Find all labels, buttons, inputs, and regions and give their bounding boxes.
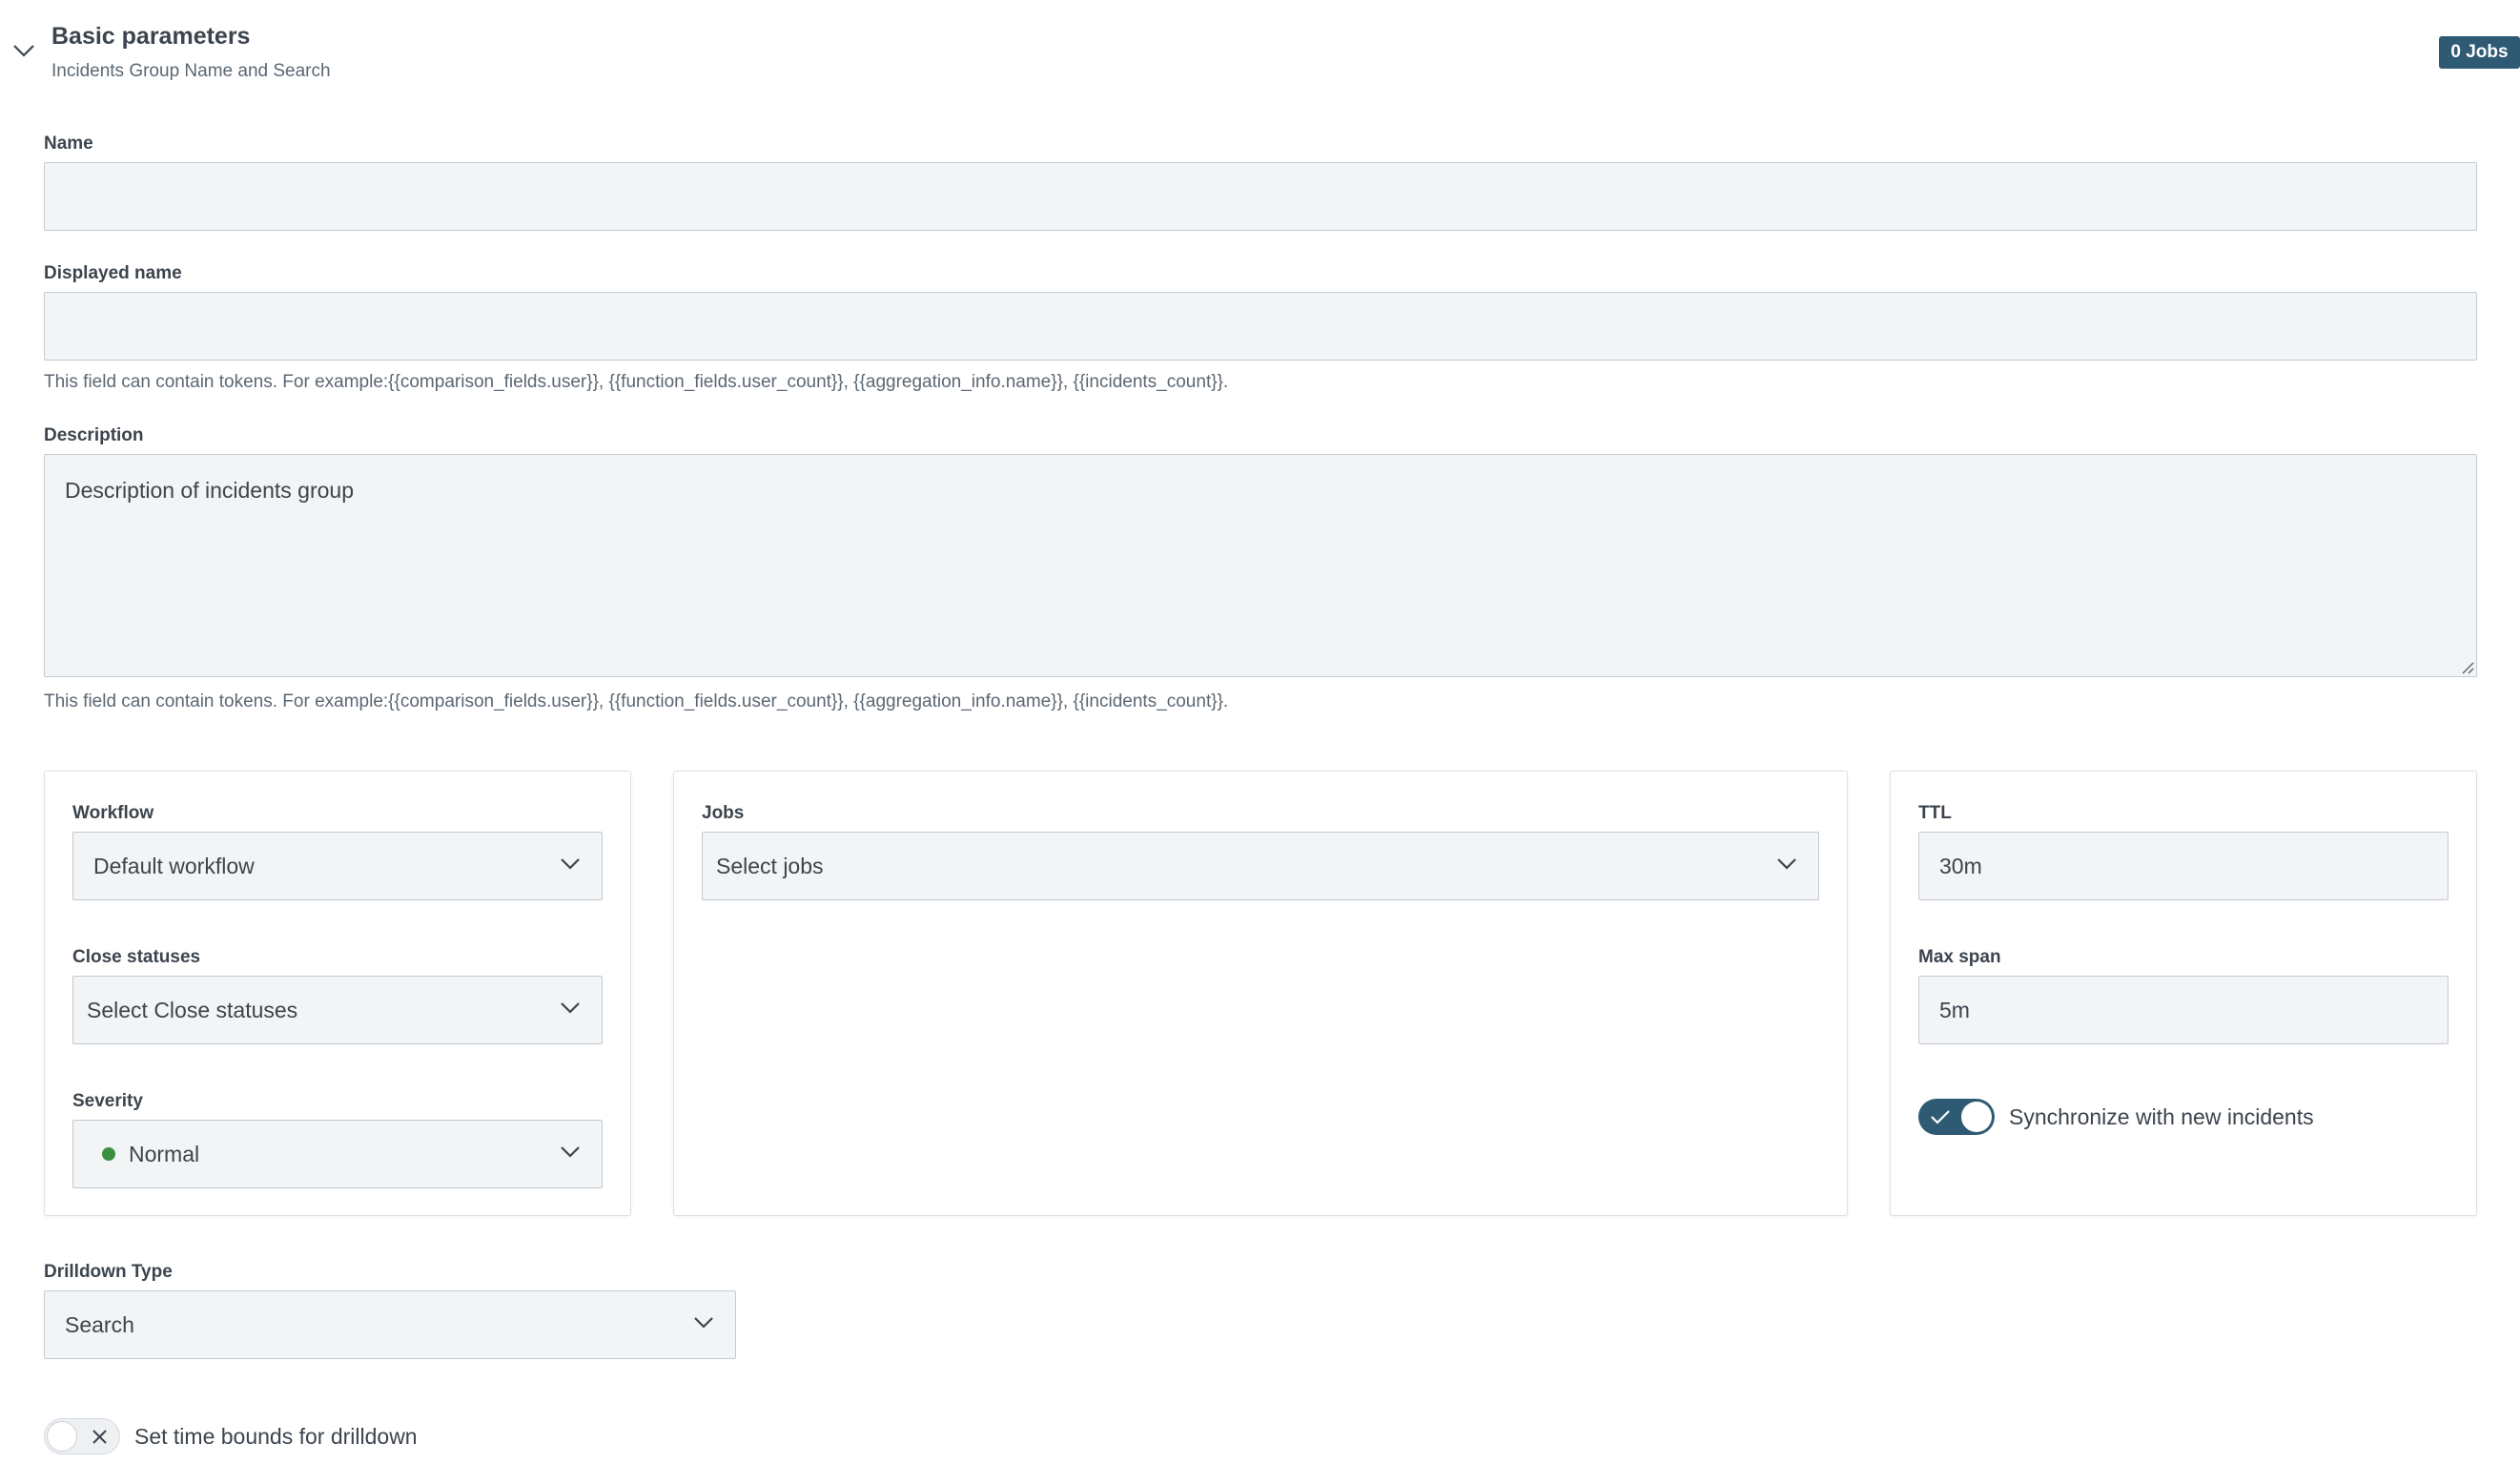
severity-select[interactable]: Normal bbox=[72, 1120, 603, 1188]
displayed-name-label: Displayed name bbox=[44, 263, 182, 283]
collapse-chevron-icon[interactable] bbox=[12, 44, 35, 57]
jobs-label: Jobs bbox=[702, 803, 745, 823]
name-label: Name bbox=[44, 134, 93, 154]
close-x-icon bbox=[92, 1430, 107, 1444]
chevron-down-icon bbox=[561, 1146, 580, 1158]
max-span-input-value: 5m bbox=[1939, 998, 1970, 1022]
jobs-select-value: Select jobs bbox=[716, 853, 824, 878]
toggle-knob bbox=[47, 1420, 77, 1452]
jobs-count-badge: 0 Jobs bbox=[2439, 36, 2520, 69]
description-help: This field can contain tokens. For examp… bbox=[44, 691, 1229, 711]
ttl-input-value: 30m bbox=[1939, 854, 1982, 878]
chevron-down-icon bbox=[561, 858, 580, 870]
jobs-select[interactable]: Select jobs bbox=[702, 832, 1819, 900]
time-bounds-toggle[interactable] bbox=[44, 1418, 120, 1454]
name-input[interactable] bbox=[44, 162, 2477, 231]
chevron-down-icon bbox=[561, 1002, 580, 1014]
ttl-label: TTL bbox=[1918, 803, 1952, 823]
max-span-label: Max span bbox=[1918, 947, 2001, 967]
workflow-select-value: Default workflow bbox=[93, 853, 255, 878]
displayed-name-help: This field can contain tokens. For examp… bbox=[44, 372, 1229, 392]
sync-incidents-toggle[interactable] bbox=[1918, 1099, 1995, 1135]
close-statuses-select-value: Select Close statuses bbox=[87, 997, 298, 1022]
description-label: Description bbox=[44, 425, 144, 445]
chevron-down-icon bbox=[1777, 858, 1796, 870]
drilldown-type-select-value: Search bbox=[65, 1311, 134, 1337]
description-text: Description of incidents group bbox=[65, 478, 354, 503]
max-span-input[interactable]: 5m bbox=[1918, 976, 2448, 1044]
resize-handle-icon[interactable] bbox=[2459, 659, 2474, 674]
section-title: Basic parameters bbox=[51, 23, 251, 50]
displayed-name-input[interactable] bbox=[44, 292, 2477, 361]
drilldown-type-label: Drilldown Type bbox=[44, 1262, 173, 1282]
close-statuses-label: Close statuses bbox=[72, 947, 201, 967]
workflow-select[interactable]: Default workflow bbox=[72, 832, 603, 900]
section-subtitle: Incidents Group Name and Search bbox=[51, 61, 331, 81]
description-textarea[interactable]: Description of incidents group bbox=[44, 454, 2477, 677]
sync-incidents-label: Synchronize with new incidents bbox=[2009, 1104, 2314, 1129]
severity-select-value: Normal bbox=[129, 1141, 200, 1166]
check-icon bbox=[1931, 1110, 1950, 1124]
severity-label: Severity bbox=[72, 1091, 143, 1111]
chevron-down-icon bbox=[694, 1317, 713, 1329]
time-bounds-label: Set time bounds for drilldown bbox=[134, 1424, 418, 1449]
toggle-knob bbox=[1961, 1102, 1992, 1132]
close-statuses-select[interactable]: Select Close statuses bbox=[72, 976, 603, 1044]
severity-status-dot-icon bbox=[102, 1147, 115, 1161]
workflow-label: Workflow bbox=[72, 803, 154, 823]
ttl-input[interactable]: 30m bbox=[1918, 832, 2448, 900]
drilldown-type-select[interactable]: Search bbox=[44, 1290, 736, 1359]
